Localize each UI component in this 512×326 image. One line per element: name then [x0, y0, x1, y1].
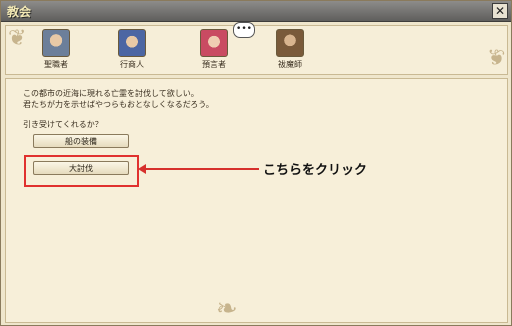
npc-exorcist[interactable]: 祓魔師: [268, 29, 312, 70]
priest-portrait-icon: [42, 29, 70, 57]
annotation-callout: こちらをクリック: [263, 163, 368, 178]
title-bar[interactable]: 教会 ✕: [1, 1, 511, 22]
corner-ornament-icon: ❦: [8, 26, 27, 51]
more-options-button[interactable]: •••: [233, 22, 255, 38]
close-button[interactable]: ✕: [492, 3, 508, 19]
dialog-line-1: この都市の近海に現れる亡霊を討伐して欲しい。: [23, 89, 199, 98]
npc-priest[interactable]: 聖職者: [34, 29, 78, 70]
npc-merchant[interactable]: 行商人: [110, 29, 154, 70]
dialog-panel: ❧: [5, 78, 508, 323]
npc-label: 祓魔師: [278, 60, 302, 69]
corner-ornament-icon: ❦: [486, 46, 505, 71]
dialog-line-2: 君たちが力を示せばやつらもおとなしくなるだろう。: [23, 100, 214, 109]
highlight-box: [24, 155, 139, 187]
prophet-portrait-icon: [200, 29, 228, 57]
npc-prophet[interactable]: 預言者: [192, 29, 236, 70]
merchant-portrait-icon: [118, 29, 146, 57]
arrow-head-icon: [138, 164, 146, 174]
window-title: 教会: [7, 5, 32, 19]
church-window: 教会 ✕ ❦ ❦ 聖職者 行商人 預言者 祓魔師 ••• ❧ この都市の近海に現…: [0, 0, 512, 326]
exorcist-portrait-icon: [276, 29, 304, 57]
annotation-arrow: [141, 168, 259, 170]
npc-label: 聖職者: [44, 60, 68, 69]
npc-bar: ❦ ❦ 聖職者 行商人 預言者 祓魔師: [5, 25, 508, 75]
dialog-prompt: 引き受けてくれるか？: [23, 120, 103, 129]
close-icon: ✕: [494, 4, 506, 18]
npc-label: 預言者: [202, 60, 226, 69]
npc-label: 行商人: [120, 60, 144, 69]
ship-equipment-button[interactable]: 船の装備: [33, 134, 129, 148]
bottom-ornament-icon: ❧: [216, 294, 238, 324]
